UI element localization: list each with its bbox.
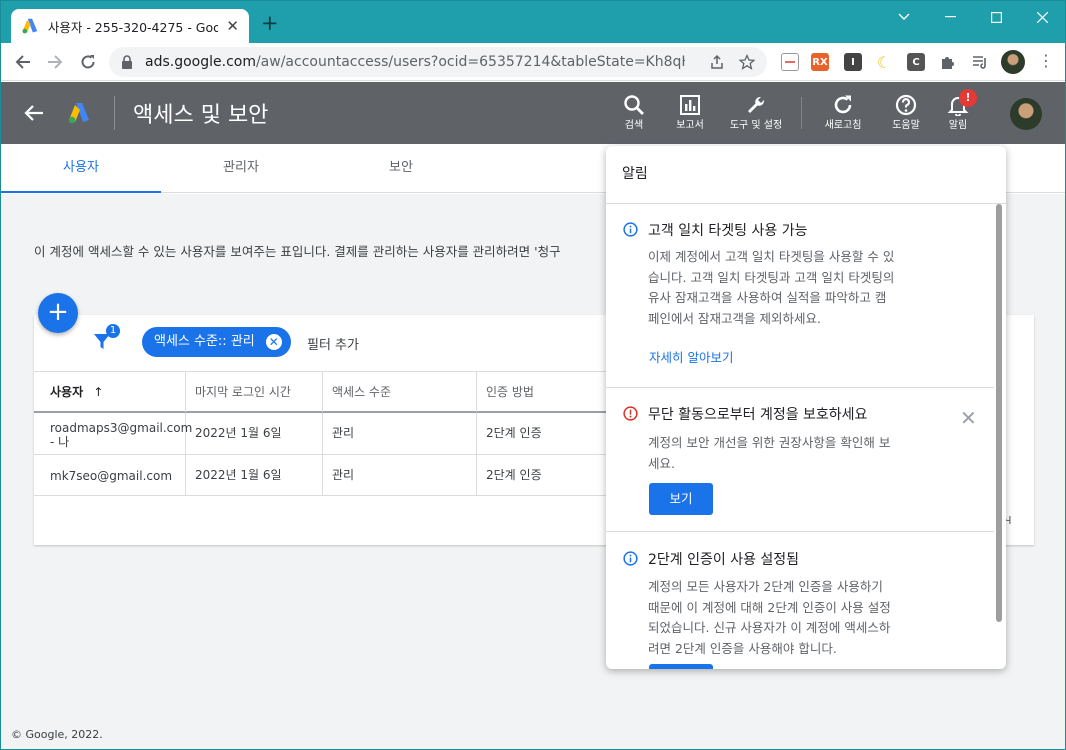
- tab-search-icon[interactable]: [881, 5, 927, 29]
- refresh-icon: [834, 95, 852, 114]
- profile-avatar[interactable]: [1001, 50, 1025, 74]
- maximize-icon[interactable]: [973, 5, 1019, 29]
- table-row[interactable]: mk7seo@gmail.com 2022년 1월 6일 관리 2단계 인증: [34, 455, 606, 496]
- address-bar[interactable]: ads.google.com/aw/accountaccess/users?oc…: [109, 47, 767, 77]
- header-notifications-button[interactable]: 알림: [923, 94, 993, 132]
- panel-divider: [606, 203, 1006, 204]
- sort-ascending-icon: ↑: [93, 385, 104, 399]
- notifications-panel: 알림 고객 일치 타겟팅 사용 가능 이제 계정에서 고객 일치 타겟팅을 사용…: [606, 146, 1006, 669]
- header-reports-label: 보고서: [676, 120, 704, 131]
- learn-more-link[interactable]: 자세히 알아보기: [649, 347, 733, 366]
- header-refresh-label: 새로고침: [824, 120, 862, 131]
- header-tools-button[interactable]: 도구 및 설정: [721, 94, 791, 132]
- error-icon: [623, 406, 638, 421]
- info-icon: [623, 222, 638, 237]
- partial-button[interactable]: [649, 664, 713, 669]
- browser-toolbar: ads.google.com/aw/accountaccess/users?oc…: [1, 43, 1065, 81]
- row-access-level: 관리: [323, 455, 477, 495]
- add-user-button[interactable]: +: [38, 293, 78, 333]
- minimize-icon[interactable]: [927, 5, 973, 29]
- notification-title: 2단계 인증이 사용 설정됨: [648, 552, 800, 568]
- extension-notes-icon[interactable]: [781, 53, 799, 71]
- notification-body: 이제 계정에서 고객 일치 타겟팅을 사용할 수 있 습니다. 고객 일치 타겟…: [648, 249, 895, 326]
- bookmark-star-icon[interactable]: [739, 54, 755, 70]
- share-icon[interactable]: [709, 54, 725, 70]
- table-row[interactable]: roadmaps3@gmail.com - 나 2022년 1월 6일 관리 2단…: [34, 413, 606, 455]
- table-header: 사용자 ↑ 마지막 로그인 시간 액세스 수준 인증 방법: [34, 371, 606, 413]
- browser-menu-icon[interactable]: ⋮: [1038, 53, 1054, 69]
- extension-c-icon[interactable]: C: [907, 53, 925, 71]
- extensions-puzzle-icon[interactable]: [939, 53, 957, 71]
- header-separator: [801, 97, 802, 129]
- back-arrow-icon[interactable]: [23, 102, 45, 124]
- google-ads-favicon-icon: [22, 18, 38, 34]
- copyright-footer: © Google, 2022.: [11, 728, 103, 741]
- notifications-title: 알림: [622, 166, 648, 182]
- header-refresh-button[interactable]: 새로고침: [808, 94, 878, 132]
- reports-icon: [680, 95, 700, 115]
- extension-moon-icon[interactable]: ☾: [875, 53, 893, 72]
- account-avatar[interactable]: [1010, 98, 1042, 130]
- info-icon: [623, 551, 638, 566]
- row-user-email: mk7seo@gmail.com: [34, 455, 186, 495]
- dismiss-notification-icon[interactable]: ✕: [960, 408, 977, 428]
- extension-rx-icon[interactable]: RX: [811, 53, 829, 71]
- notification-badge: !: [959, 89, 977, 107]
- help-icon: [895, 94, 917, 116]
- view-button[interactable]: 보기: [649, 483, 713, 515]
- lock-icon: [122, 55, 132, 69]
- tab-users[interactable]: 사용자: [1, 144, 161, 193]
- row-access-level: 관리: [323, 413, 477, 454]
- column-header-last-login[interactable]: 마지막 로그인 시간: [186, 372, 323, 412]
- notification-title: 무단 활동으로부터 계정을 보호하세요: [648, 407, 868, 423]
- filter-count-badge: 1: [106, 324, 120, 338]
- row-last-login: 2022년 1월 6일: [186, 413, 323, 454]
- notification-body: 계정의 모든 사용자가 2단계 인증을 사용하기 때문에 이 계정에 대해 2단…: [648, 579, 891, 656]
- forward-icon[interactable]: [43, 50, 67, 74]
- tab-admins[interactable]: 관리자: [161, 144, 321, 193]
- header-divider: [114, 96, 115, 130]
- notification-title: 고객 일치 타겟팅 사용 가능: [648, 223, 808, 239]
- panel-divider: [606, 387, 994, 388]
- add-filter-button[interactable]: 필터 추가: [307, 334, 359, 353]
- notification-body: 계정의 보안 개선을 위한 권장사항을 확인해 보 세요.: [648, 435, 891, 471]
- close-window-icon[interactable]: [1019, 5, 1065, 29]
- wrench-icon: [748, 96, 765, 113]
- browser-tab[interactable]: 사용자 - 255-320-4275 - Google ✕: [11, 9, 249, 43]
- row-user-email: roadmaps3@gmail.com - 나: [34, 413, 192, 454]
- column-header-access-level[interactable]: 액세스 수준: [323, 372, 477, 412]
- panel-divider: [606, 531, 994, 532]
- extension-i-icon[interactable]: I: [844, 53, 862, 71]
- header-notifications-label: 알림: [948, 120, 968, 131]
- browser-titlebar: 사용자 - 255-320-4275 - Google ✕ +: [1, 1, 1065, 43]
- filter-chip-label: 액세스 수준:: 관리: [154, 334, 255, 349]
- panel-scrollbar[interactable]: [996, 204, 1002, 622]
- page-title: 액세스 및 보안: [133, 103, 269, 128]
- tab-title: 사용자 - 255-320-4275 - Google: [47, 19, 219, 35]
- tab-security[interactable]: 보안: [321, 144, 481, 193]
- header-reports-button[interactable]: 보고서: [655, 94, 725, 132]
- new-tab-icon[interactable]: +: [261, 13, 279, 34]
- url-text: ads.google.com/aw/accountaccess/users?oc…: [145, 54, 685, 70]
- access-level-filter-chip[interactable]: 액세스 수준:: 관리 ✕: [142, 327, 291, 357]
- reload-icon[interactable]: [76, 50, 100, 74]
- reading-list-icon[interactable]: [971, 53, 989, 71]
- google-ads-logo-icon[interactable]: [67, 102, 91, 124]
- search-icon: [624, 95, 644, 115]
- header-tools-label: 도구 및 설정: [729, 120, 783, 131]
- column-header-auth-method[interactable]: 인증 방법: [477, 372, 606, 412]
- column-header-user[interactable]: 사용자 ↑: [34, 372, 186, 412]
- remove-filter-icon[interactable]: ✕: [265, 334, 282, 350]
- ads-header: 액세스 및 보안 검색 보고서 도구 및 설정 새로고침 도움말 알림: [1, 82, 1065, 144]
- row-last-login: 2022년 1월 6일: [186, 455, 323, 495]
- browser-window: 사용자 - 255-320-4275 - Google ✕ + ads.go: [0, 0, 1066, 750]
- row-auth-method: 2단계 인증: [486, 426, 542, 440]
- row-auth-method: 2단계 인증: [486, 468, 542, 482]
- page-description: 이 계정에 액세스할 수 있는 사용자를 보여주는 표입니다. 결제를 관리하는…: [34, 244, 561, 259]
- tab-close-icon[interactable]: ✕: [226, 18, 239, 34]
- back-icon[interactable]: [11, 50, 35, 74]
